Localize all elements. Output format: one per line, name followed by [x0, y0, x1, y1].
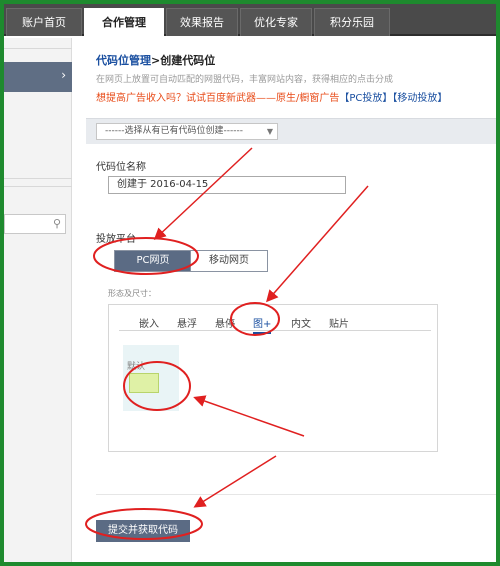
tab-in-text[interactable]: 内文 — [291, 315, 311, 330]
promo-link-pc[interactable]: 【PC投放】 — [339, 93, 392, 104]
thumbnail-preview — [129, 373, 159, 393]
divider — [96, 494, 496, 495]
app-frame: 账户首页 合作管理 效果报告 优化专家 积分乐园 › ⚲ 代码位管理>创建代码位… — [4, 4, 496, 562]
tab-float[interactable]: 悬浮 — [177, 315, 197, 330]
sidebar-search-input[interactable]: ⚲ — [4, 214, 66, 234]
platform-mobile-button[interactable]: 移动网页 — [190, 250, 268, 272]
page-description: 在网页上放置可自动匹配的网盟代码，丰富网站内容，获得相应的点击分成 — [96, 75, 394, 85]
sidebar-divider — [4, 186, 72, 187]
submit-get-code-button[interactable]: 提交并获取代码 — [96, 520, 190, 542]
tab-hover[interactable]: 悬停 — [215, 315, 235, 330]
tab-patch[interactable]: 贴片 — [329, 315, 349, 330]
tab-points-park[interactable]: 积分乐园 — [314, 8, 390, 36]
tab-embed[interactable]: 嵌入 — [139, 315, 159, 330]
thumbnail-label: 默认 — [127, 362, 146, 372]
tab-image-plus[interactable]: 图+ — [253, 315, 272, 334]
template-select-value: ------选择从有已有代码位创建------ — [105, 126, 243, 136]
name-input[interactable]: 创建于 2016-04-15 — [108, 176, 346, 194]
form-size-label: 形态及尺寸： — [108, 289, 156, 298]
promo-banner: 想提高广告收入吗？试试百度新武器——原生/橱窗广告【PC投放】【移动投放】 — [96, 89, 447, 104]
tab-optimization-expert[interactable]: 优化专家 — [240, 8, 312, 36]
breadcrumb-current: >创建代码位 — [151, 54, 216, 67]
ad-form-panel: 嵌入 悬浮 悬停 图+ 内文 贴片 默认 — [108, 304, 438, 452]
breadcrumb: 代码位管理>创建代码位 — [96, 52, 215, 68]
sidebar-divider — [4, 178, 72, 179]
breadcrumb-link-code-management[interactable]: 代码位管理 — [96, 54, 151, 67]
template-select-bar: ------选择从有已有代码位创建------ ▼ — [86, 118, 496, 144]
main-content: 代码位管理>创建代码位 在网页上放置可自动匹配的网盟代码，丰富网站内容，获得相应… — [72, 38, 496, 562]
sidebar-divider — [4, 48, 72, 49]
left-sidebar: › ⚲ — [4, 38, 72, 562]
search-icon[interactable]: ⚲ — [53, 217, 61, 230]
name-label: 代码位名称 — [96, 162, 146, 173]
promo-text: 想提高广告收入吗？试试百度新武器——原生/橱窗广告 — [96, 93, 340, 104]
tab-cooperation-management[interactable]: 合作管理 — [84, 8, 164, 36]
sidebar-item-active[interactable]: › — [4, 62, 72, 92]
style-thumbnail[interactable]: 默认 — [123, 345, 179, 411]
ad-form-tabs: 嵌入 悬浮 悬停 图+ 内文 贴片 — [119, 313, 431, 334]
top-navigation: 账户首页 合作管理 效果报告 优化专家 积分乐园 — [4, 4, 496, 36]
promo-link-mobile[interactable]: 【移动投放】 — [392, 93, 447, 104]
tab-performance-report[interactable]: 效果报告 — [166, 8, 238, 36]
platform-label: 投放平台 — [96, 234, 136, 245]
template-select[interactable]: ------选择从有已有代码位创建------ ▼ — [96, 123, 278, 140]
dropdown-arrow-icon: ▼ — [266, 127, 273, 136]
tab-account-home[interactable]: 账户首页 — [6, 8, 82, 36]
platform-pc-button[interactable]: PC网页 — [114, 250, 192, 272]
chevron-right-icon: › — [61, 68, 66, 82]
